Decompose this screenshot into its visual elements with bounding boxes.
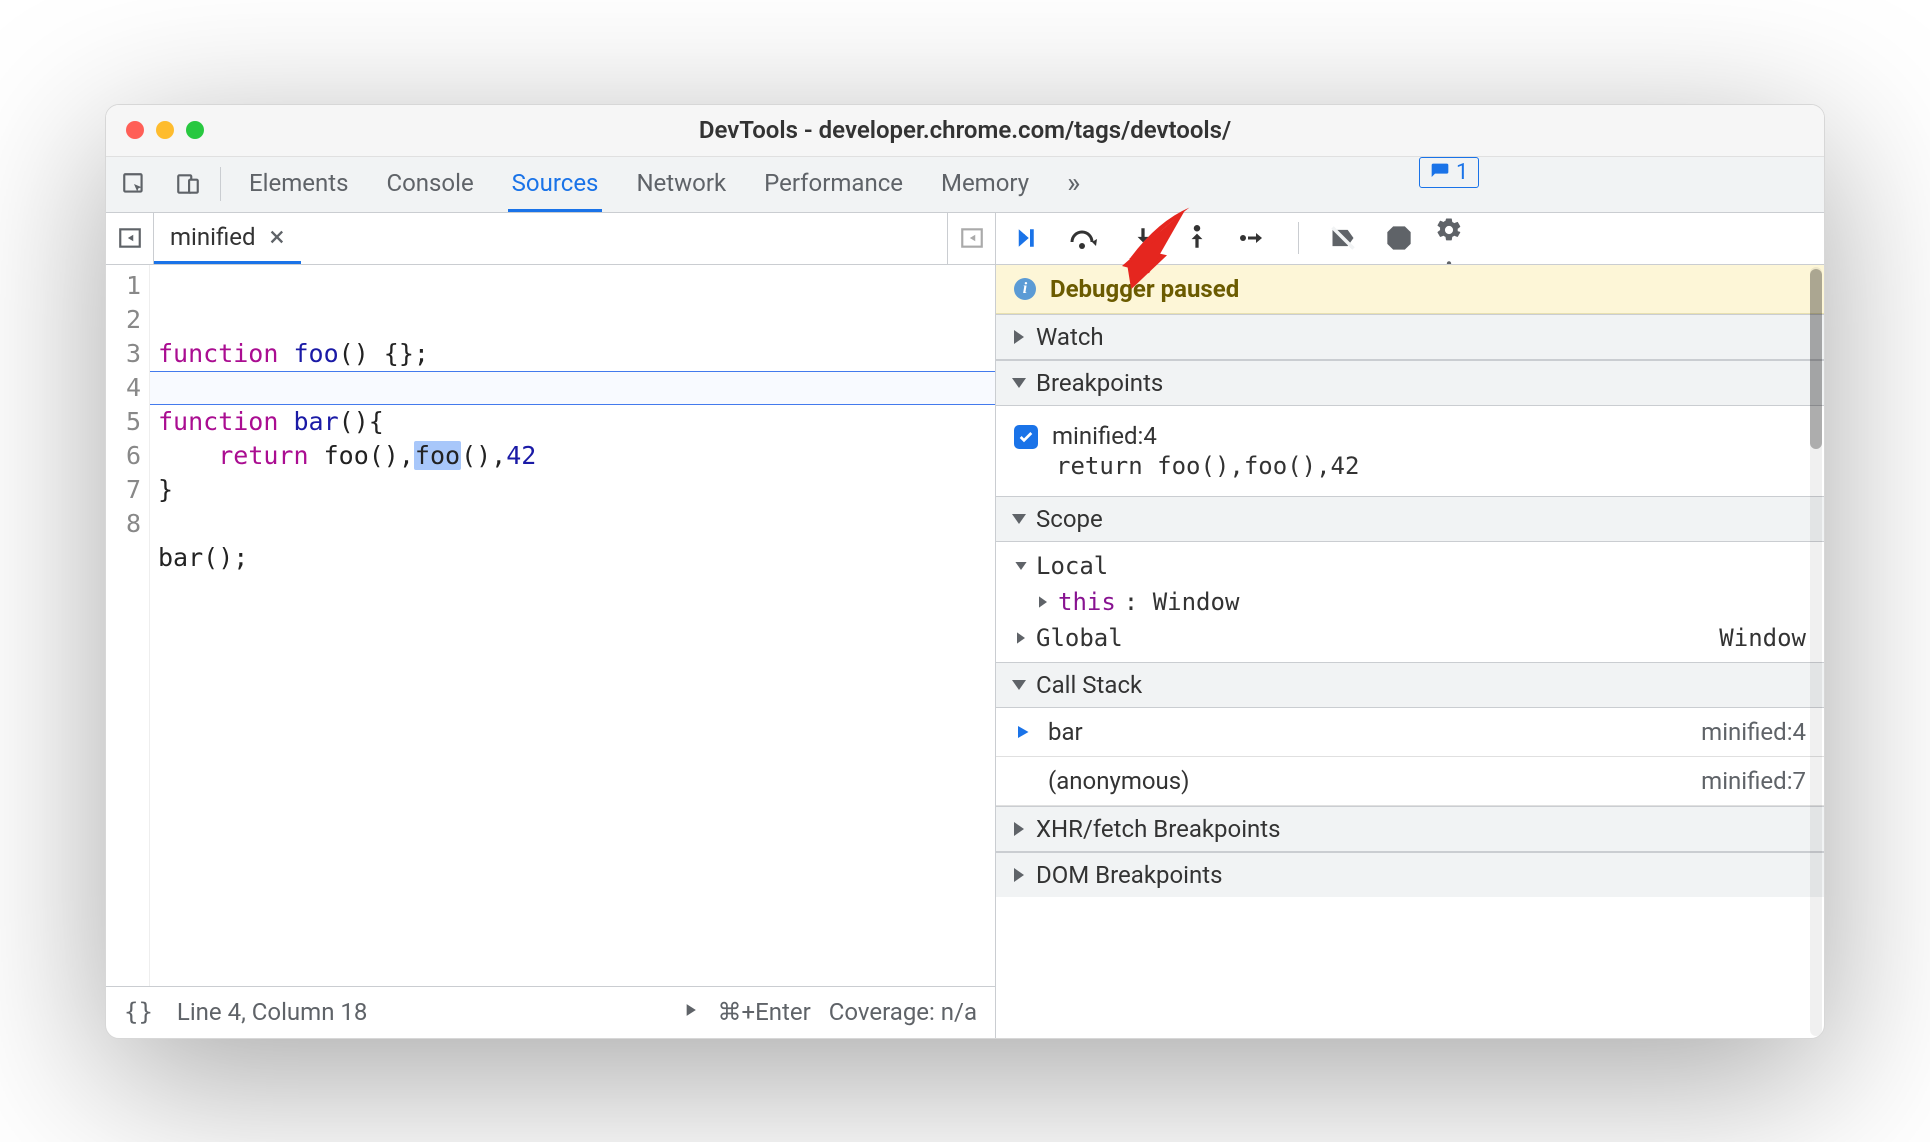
titlebar: DevTools - developer.chrome.com/tags/dev… [106,105,1824,157]
step-over-icon[interactable] [1068,223,1102,253]
chevron-right-icon [1039,596,1047,607]
breakpoints-section-body: minified:4 return foo(),foo(),42 [996,406,1824,496]
scrollbar-thumb[interactable] [1810,269,1822,449]
dom-breakpoints-section-header[interactable]: DOM Breakpoints [996,852,1824,897]
run-snippet-icon[interactable] [947,213,995,264]
debugger-paused-banner: i Debugger paused [996,265,1824,314]
code-area[interactable]: function foo() {}; function bar(){ retur… [150,265,995,986]
navigator-toggle-icon[interactable] [106,213,154,264]
step-into-icon[interactable] [1130,223,1156,253]
scope-section-header[interactable]: Scope [996,496,1824,542]
chevron-right-icon [1014,822,1024,836]
chevron-down-icon [1012,378,1026,388]
breakpoint-checkbox[interactable] [1014,425,1038,449]
breakpoints-section-header[interactable]: Breakpoints [996,360,1824,406]
traffic-lights [106,121,204,139]
tab-network[interactable]: Network [632,157,730,212]
line-gutter: 1 2 3 4 5 6 7 8 [106,265,150,986]
callstack-frame[interactable]: bar minified:4 [996,708,1824,757]
banner-text: Debugger paused [1050,275,1239,303]
chevron-down-icon [1012,680,1026,690]
coverage-status: Coverage: n/a [829,998,977,1026]
issues-chip[interactable]: 1 [1419,157,1479,188]
window-title: DevTools - developer.chrome.com/tags/dev… [106,116,1824,144]
editor-statusbar: {} Line 4, Column 18 ⌘+Enter Coverage: n… [106,986,995,1038]
debugger-pane: i Debugger paused Watch Breakpoints [996,213,1824,1038]
pause-exceptions-icon[interactable] [1385,224,1413,252]
breakpoint-item[interactable]: minified:4 return foo(),foo(),42 [1014,414,1806,488]
tab-console[interactable]: Console [382,157,477,212]
scope-local-row[interactable]: Local [1006,548,1814,584]
xhr-breakpoints-section-header[interactable]: XHR/fetch Breakpoints [996,806,1824,852]
chevron-down-icon [1015,562,1026,570]
inspect-icon[interactable] [116,166,152,202]
devtools-window: DevTools - developer.chrome.com/tags/dev… [105,104,1825,1039]
chevron-down-icon [1012,514,1026,524]
tab-performance[interactable]: Performance [760,157,907,212]
debugger-scroll[interactable]: i Debugger paused Watch Breakpoints [996,265,1824,1038]
highlighted-token: foo [414,441,461,470]
pretty-print-icon[interactable]: {} [124,998,153,1026]
run-icon[interactable] [680,998,700,1026]
callstack-frame[interactable]: (anonymous) minified:7 [996,757,1824,806]
resume-icon[interactable] [1010,223,1040,253]
code-editor[interactable]: 1 2 3 4 5 6 7 8 function foo() {}; funct… [106,265,995,986]
main-toolbar: Elements Console Sources Network Perform… [106,157,1824,213]
info-icon: i [1014,278,1036,300]
panel-tabs: Elements Console Sources Network Perform… [245,157,1084,212]
chevron-right-icon [1014,330,1024,344]
watch-section-header[interactable]: Watch [996,314,1824,360]
device-toggle-icon[interactable] [170,166,206,202]
sources-editor-pane: minified × 1 2 3 4 5 6 7 8 fu [106,213,996,1038]
current-frame-icon [1014,723,1034,741]
file-tab-label: minified [170,223,256,251]
chevron-right-icon [1014,868,1024,882]
tab-elements[interactable]: Elements [245,157,352,212]
debugger-toolbar [996,213,1824,265]
close-window-button[interactable] [126,121,144,139]
breakpoint-location: minified:4 [1052,422,1359,450]
maximize-window-button[interactable] [186,121,204,139]
step-icon[interactable] [1238,223,1268,253]
scope-this-row[interactable]: this: Window [1006,584,1814,620]
close-tab-icon[interactable]: × [270,220,285,253]
issues-count: 1 [1456,160,1468,185]
run-shortcut: ⌘+Enter [718,998,811,1026]
chevron-right-icon [1017,632,1025,643]
breakpoint-code: return foo(),foo(),42 [1056,452,1359,480]
callstack-section-header[interactable]: Call Stack [996,662,1824,708]
minimize-window-button[interactable] [156,121,174,139]
scrollbar[interactable] [1810,267,1822,1036]
tab-sources[interactable]: Sources [508,157,603,212]
deactivate-breakpoints-icon[interactable] [1329,224,1357,252]
file-tab-minified[interactable]: minified × [154,213,301,264]
tab-memory[interactable]: Memory [937,157,1033,212]
cursor-position: Line 4, Column 18 [177,998,367,1026]
tab-more[interactable]: » [1063,157,1084,212]
callstack-section-body: bar minified:4 (anonymous) minified:7 [996,708,1824,806]
scope-global-row[interactable]: Global Window [1006,620,1814,656]
step-out-icon[interactable] [1184,223,1210,253]
scope-section-body: Local this: Window Global Window [996,542,1824,662]
file-tabbar: minified × [106,213,995,265]
